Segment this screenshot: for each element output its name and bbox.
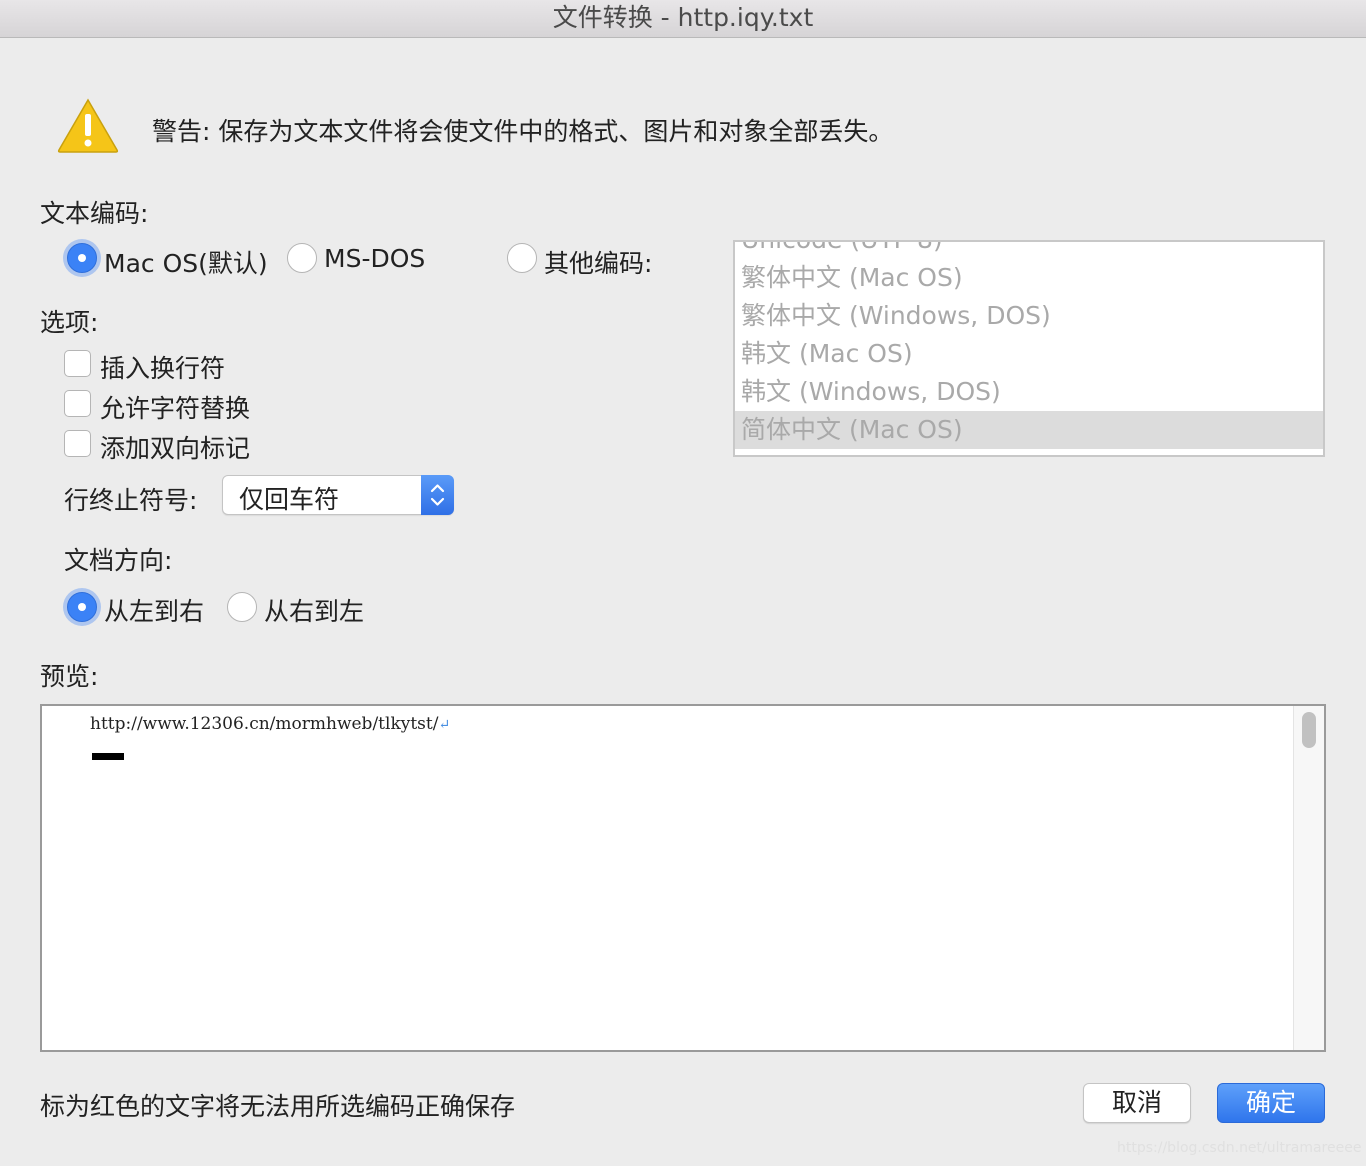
radio-macos-label[interactable]: Mac OS(默认) [104, 244, 268, 280]
line-ending-select[interactable]: 仅回车符 [222, 475, 454, 515]
checkbox-allow-substitution-label[interactable]: 允许字符替换 [100, 389, 250, 425]
preview-text-line: http://www.12306.cn/mormhweb/tlkytst/ [90, 714, 439, 734]
encoding-list-item[interactable]: 繁体中文 (Windows, DOS) [735, 297, 1323, 335]
encoding-list-item[interactable]: 韩文 (Mac OS) [735, 335, 1323, 373]
radio-ltr-label[interactable]: 从左到右 [104, 592, 204, 628]
encoding-list-item[interactable]: 繁体中文 (Mac OS) [735, 259, 1323, 297]
checkbox-insert-line-breaks-label[interactable]: 插入换行符 [100, 349, 225, 385]
checkbox-add-bidi-marks-label[interactable]: 添加双向标记 [100, 429, 250, 465]
encoding-list-item[interactable]: 韩文 (Windows, DOS) [735, 373, 1323, 411]
radio-other[interactable] [507, 243, 537, 273]
chevron-up-down-icon[interactable] [421, 475, 454, 515]
radio-other-label[interactable]: 其他编码: [544, 244, 652, 280]
preview-scrollbar[interactable] [1293, 706, 1324, 1050]
preview-area[interactable]: http://www.12306.cn/mormhweb/tlkytst/↵ [40, 704, 1326, 1052]
warning-triangle-icon [56, 96, 120, 154]
radio-ltr[interactable] [67, 592, 97, 622]
checkbox-insert-line-breaks[interactable] [64, 350, 91, 377]
watermark: https://blog.csdn.net/ultramareeee [1117, 1140, 1362, 1156]
direction-label: 文档方向: [64, 546, 173, 575]
line-ending-value: 仅回车符 [239, 485, 340, 514]
radio-msdos[interactable] [287, 243, 317, 273]
radio-macos[interactable] [67, 243, 97, 273]
radio-msdos-label[interactable]: MS-DOS [324, 244, 425, 273]
cancel-button[interactable]: 取消 [1083, 1083, 1191, 1123]
other-encoding-list[interactable]: Unicode (UTF-8) 繁体中文 (Mac OS) 繁体中文 (Wind… [733, 240, 1325, 457]
scrollbar-thumb[interactable] [1302, 712, 1316, 748]
options-label: 选项: [40, 308, 99, 337]
encoding-list-item[interactable]: Unicode (UTF-8) [735, 242, 1323, 259]
checkbox-add-bidi-marks[interactable] [64, 430, 91, 457]
return-mark-icon: ↵ [438, 717, 451, 733]
ok-button[interactable]: 确定 [1217, 1083, 1325, 1123]
preview-text: http://www.12306.cn/mormhweb/tlkytst/↵ [90, 714, 450, 734]
radio-rtl-label[interactable]: 从右到左 [264, 592, 364, 628]
warning-text: 警告: 保存为文本文件将会使文件中的格式、图片和对象全部丢失。 [152, 117, 894, 146]
encoding-label: 文本编码: [40, 199, 149, 228]
radio-rtl[interactable] [227, 592, 257, 622]
preview-label: 预览: [40, 662, 99, 691]
encoding-list-item-selected[interactable]: 简体中文 (Mac OS) [735, 411, 1323, 449]
checkbox-allow-substitution[interactable] [64, 390, 91, 417]
footer-note: 标为红色的文字将无法用所选编码正确保存 [40, 1092, 516, 1121]
line-ending-label: 行终止符号: [64, 486, 198, 515]
window-title: 文件转换 - http.iqy.txt [0, 0, 1366, 38]
text-cursor [92, 753, 124, 760]
